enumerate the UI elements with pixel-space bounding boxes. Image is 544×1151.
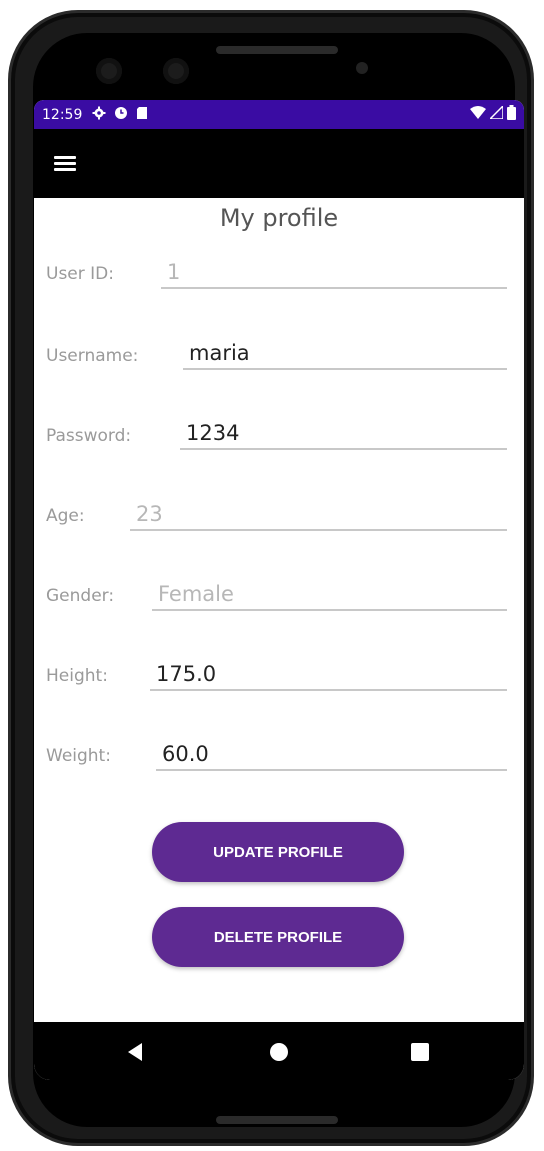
weight-label: Weight: [46, 746, 111, 766]
wifi-icon [470, 106, 486, 123]
phone-screen: 12:59 My profile User ID: 1 Username: ma… [34, 100, 524, 1080]
signal-icon [488, 104, 504, 123]
user-id-label: User ID: [46, 264, 114, 284]
front-camera-icon [96, 58, 122, 84]
height-label: Height: [46, 666, 108, 686]
settings-icon [92, 106, 106, 124]
update-profile-button[interactable]: UPDATE PROFILE [152, 822, 404, 882]
password-label: Password: [46, 426, 132, 446]
page-title: My profile [219, 204, 339, 232]
age-field[interactable] [130, 501, 507, 531]
proximity-sensor [356, 62, 368, 74]
battery-icon [507, 105, 516, 124]
gender-field[interactable] [152, 581, 507, 611]
user-id-field[interactable] [161, 259, 507, 289]
bottom-speaker [216, 1116, 338, 1124]
home-icon[interactable] [267, 1040, 291, 1064]
app-bar [34, 129, 524, 198]
navigation-bar [34, 1022, 524, 1080]
gender-label: Gender: [46, 586, 115, 606]
status-bar: 12:59 [34, 100, 524, 129]
back-icon[interactable] [124, 1040, 148, 1064]
status-time: 12:59 [42, 106, 83, 123]
username-label: Username: [46, 346, 139, 366]
username-field[interactable] [183, 340, 507, 370]
weight-field[interactable] [156, 741, 507, 771]
height-field[interactable] [150, 661, 507, 691]
hamburger-menu-icon[interactable] [54, 156, 76, 172]
sdcard-icon [136, 106, 148, 124]
earpiece-speaker [216, 46, 338, 54]
age-label: Age: [46, 506, 85, 526]
password-field[interactable] [180, 420, 507, 450]
delete-profile-button[interactable]: DELETE PROFILE [152, 907, 404, 967]
front-camera-icon [163, 58, 189, 84]
alarm-icon [114, 106, 128, 124]
recents-icon[interactable] [408, 1040, 432, 1064]
